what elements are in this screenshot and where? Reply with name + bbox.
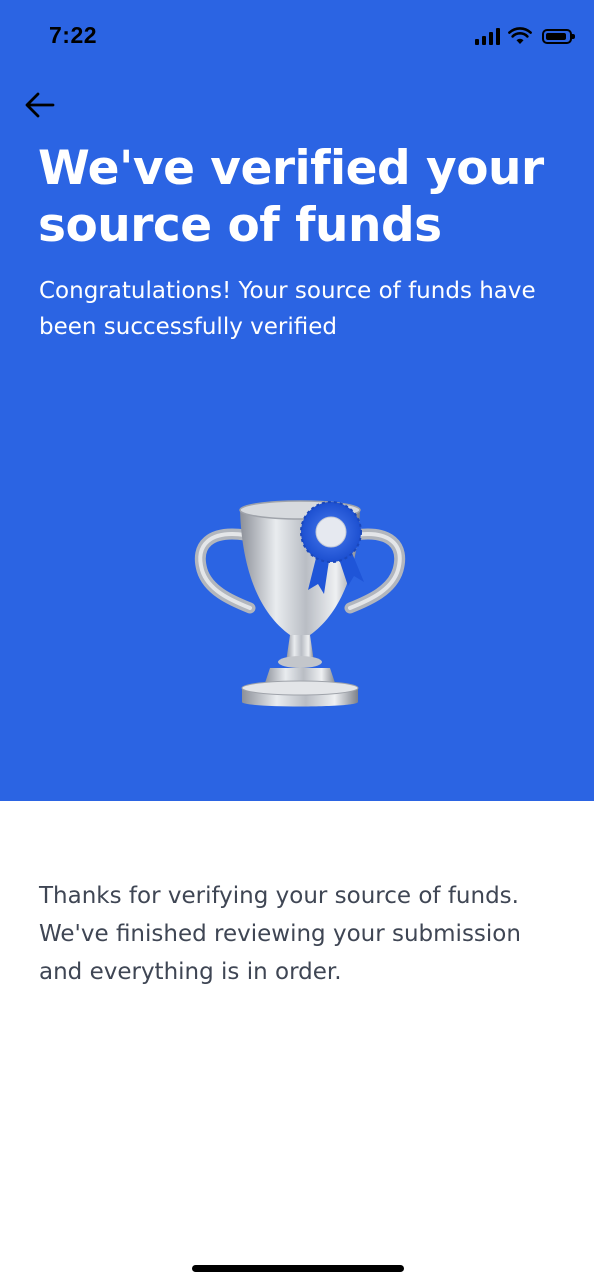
page-subtitle: Congratulations! Your source of funds ha… — [39, 278, 536, 340]
confirmation-message: Thanks for verifying your source of fund… — [39, 883, 521, 985]
status-icons — [475, 26, 575, 46]
back-button[interactable] — [22, 88, 58, 122]
wifi-icon — [508, 27, 532, 44]
trophy-icon — [194, 500, 406, 707]
status-time: 7:22 — [49, 22, 98, 48]
signal-icon — [475, 27, 500, 45]
battery-icon — [542, 28, 575, 44]
page-title: We've verified your source of funds — [38, 141, 544, 253]
arrow-left-icon — [25, 92, 55, 118]
home-indicator[interactable] — [192, 1265, 404, 1272]
hero-section: 7:22 We've verified your source of funds… — [0, 0, 594, 801]
